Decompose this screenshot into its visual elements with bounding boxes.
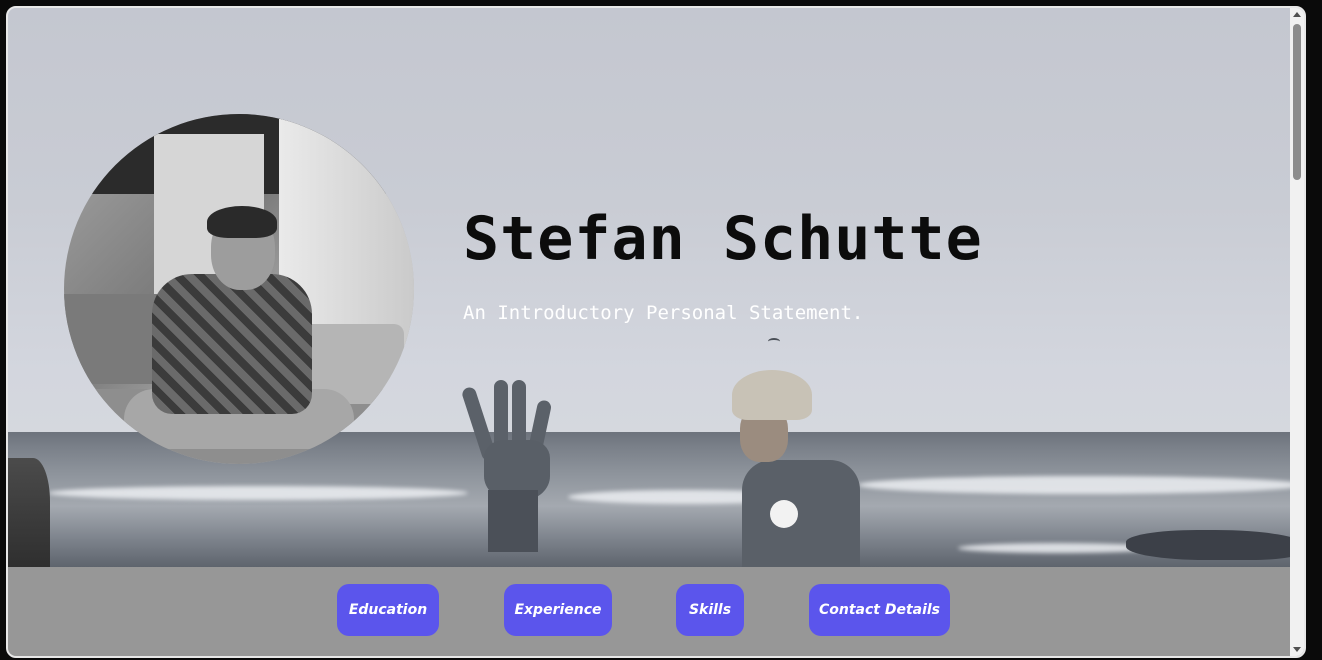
- page-subtitle: An Introductory Personal Statement.: [463, 302, 864, 324]
- education-button[interactable]: Education: [337, 584, 439, 636]
- shoreline-rocks: [1126, 530, 1304, 560]
- section-nav: Education Experience Skills Contact Deta…: [8, 567, 1304, 656]
- vertical-scrollbar[interactable]: [1290, 8, 1304, 656]
- page-title: Stefan Schutte: [463, 204, 983, 274]
- chevron-up-icon[interactable]: [1293, 12, 1301, 17]
- wave-crest: [48, 486, 468, 500]
- skills-button[interactable]: Skills: [676, 584, 744, 636]
- wave-crest: [858, 476, 1304, 494]
- chevron-down-icon[interactable]: [1293, 647, 1301, 652]
- foreground-person: [726, 370, 866, 567]
- experience-button[interactable]: Experience: [504, 584, 612, 636]
- bird: [768, 338, 780, 345]
- scrollbar-thumb[interactable]: [1293, 24, 1301, 180]
- browser-window: Stefan Schutte An Introductory Personal …: [6, 6, 1306, 658]
- hero-section: Stefan Schutte An Introductory Personal …: [8, 8, 1304, 567]
- hand-sculpture: [460, 380, 566, 552]
- profile-photo: [64, 114, 414, 464]
- contact-details-button[interactable]: Contact Details: [809, 584, 950, 636]
- background-figure: [8, 458, 50, 567]
